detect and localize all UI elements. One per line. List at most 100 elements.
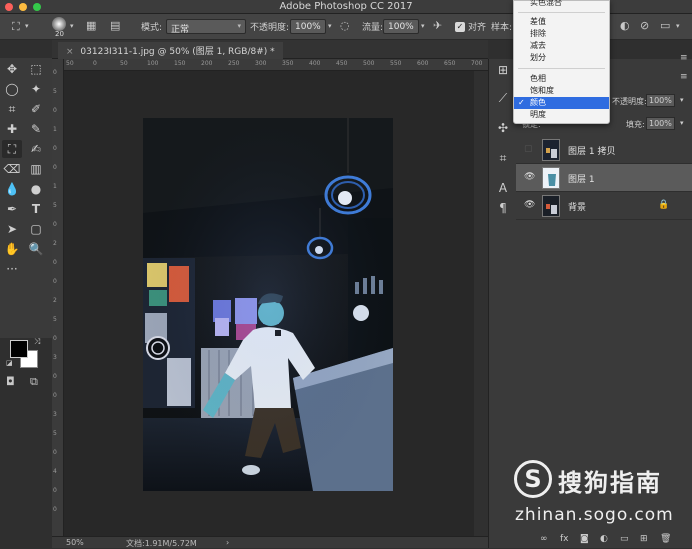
layer-row-copy[interactable]: ▢ 图层 1 拷贝 xyxy=(516,136,692,164)
layer-name[interactable]: 背景 xyxy=(568,200,586,213)
paragraph-icon[interactable]: ¶ xyxy=(496,201,510,215)
chevron-down-icon[interactable]: ▾ xyxy=(680,96,684,104)
chevron-down-icon[interactable]: ▾ xyxy=(328,23,332,30)
pressure-size-icon[interactable]: ⊘ xyxy=(640,20,649,31)
ruler-tick-label: 0 xyxy=(53,145,57,152)
blend-item-hue[interactable]: 色相 xyxy=(514,73,609,85)
clone-source-icon[interactable]: ▤ xyxy=(110,20,120,31)
ruler-tick-label: 500 xyxy=(363,60,375,67)
mode-select[interactable]: 正常 ▾ xyxy=(166,19,246,35)
type-tool-icon[interactable]: T xyxy=(26,200,46,218)
workspace-icon[interactable]: ▭ xyxy=(660,20,670,31)
lasso-tool-icon[interactable]: ◯ xyxy=(2,80,22,98)
curves-icon[interactable]: ⟋ xyxy=(496,91,510,106)
thumbnail-art xyxy=(543,140,559,160)
path-selection-tool-icon[interactable]: ➤ xyxy=(2,220,22,238)
status-arrow-icon[interactable]: › xyxy=(226,538,229,547)
magic-wand-tool-icon[interactable]: ✦ xyxy=(26,80,46,98)
layer-opacity-label: 不透明度: xyxy=(612,97,647,106)
brush-settings-icon[interactable]: ▦ xyxy=(86,20,96,31)
ruler-tick-label: 50 xyxy=(66,60,74,67)
layer-opacity-field[interactable]: 100% xyxy=(646,94,675,107)
layer-name[interactable]: 图层 1 xyxy=(568,172,595,185)
chevron-down-icon[interactable]: ▾ xyxy=(421,23,425,30)
layer-thumbnail xyxy=(542,195,560,217)
airbrush-icon[interactable]: ✈ xyxy=(433,20,442,31)
clone-stamp-icon[interactable]: ⛶ xyxy=(12,21,20,32)
eye-icon[interactable]: 👁 xyxy=(524,200,535,210)
zoom-tool-icon[interactable]: 🔍 xyxy=(26,240,46,258)
swap-colors-icon[interactable]: ⤨ xyxy=(34,338,40,346)
ruler-tick-label: 550 xyxy=(390,60,402,67)
eyedropper-tool-icon[interactable]: ✐ xyxy=(26,100,46,118)
dodge-tool-icon[interactable]: ● xyxy=(26,180,46,198)
new-layer-icon[interactable]: ⊞ xyxy=(640,534,648,544)
pressure-opacity-icon[interactable]: ◌ xyxy=(340,20,350,31)
chevron-down-icon[interactable]: ▾ xyxy=(676,23,680,30)
chevron-down-icon[interactable]: ▾ xyxy=(25,23,29,30)
hand-tool-icon[interactable]: ✋ xyxy=(2,240,22,258)
add-mask-icon[interactable]: ◙ xyxy=(580,534,589,544)
clone-stamp-tool-icon[interactable]: ⛶ xyxy=(2,140,22,158)
gradient-tool-icon[interactable]: ▥ xyxy=(26,160,46,178)
pen-tool-icon[interactable]: ✒ xyxy=(2,200,22,218)
quick-mask-icon[interactable]: ◘ xyxy=(6,376,15,387)
history-brush-tool-icon[interactable]: ✍ xyxy=(26,140,46,158)
panel-menu-icon[interactable]: ≡ xyxy=(680,73,688,82)
zoom-level[interactable]: 50% xyxy=(66,538,84,547)
character-icon[interactable]: A xyxy=(496,181,510,195)
flow-field[interactable]: 100% xyxy=(383,19,419,34)
more-tools-icon[interactable]: ··· xyxy=(2,260,22,278)
default-colors-icon[interactable]: ◪ xyxy=(6,360,13,367)
adjustment-layer-icon[interactable]: ◐ xyxy=(600,534,608,544)
delete-layer-icon[interactable]: 🗑 xyxy=(660,534,671,544)
blend-item-exclusion[interactable]: 排除 xyxy=(514,28,609,40)
blend-item-solid-mix[interactable]: 实色混合 xyxy=(514,0,609,9)
ruler-tick-label: 350 xyxy=(282,60,294,67)
mode-value: 正常 xyxy=(171,25,190,35)
opacity-field[interactable]: 100% xyxy=(290,19,326,34)
blend-item-subtract[interactable]: 减去 xyxy=(514,40,609,52)
blend-item-difference[interactable]: 差值 xyxy=(514,16,609,28)
eye-icon[interactable]: 👁 xyxy=(524,172,535,182)
document-tab[interactable]: × 03123I311-1.jpg @ 50% (图层 1, RGB/8#) * xyxy=(58,42,283,59)
new-group-icon[interactable]: ▭ xyxy=(620,534,629,544)
layer-name[interactable]: 图层 1 拷贝 xyxy=(568,144,615,157)
blur-tool-icon[interactable]: 💧 xyxy=(2,180,22,198)
eraser-tool-icon[interactable]: ⌫ xyxy=(2,160,22,178)
vertical-scrollbar[interactable] xyxy=(474,71,488,536)
layer-row-1[interactable]: 👁 图层 1 xyxy=(516,164,692,192)
crop-icon[interactable]: ⌗ xyxy=(496,151,510,166)
layer-visibility-toggle[interactable]: ▢ xyxy=(524,144,533,154)
panel-menu-icon[interactable]: ≡ xyxy=(680,54,688,63)
blend-item-saturation[interactable]: 饱和度 xyxy=(514,85,609,97)
blend-item-luminosity[interactable]: 明度 xyxy=(514,109,609,121)
link-layers-icon[interactable]: ∞ xyxy=(540,534,548,544)
chevron-down-icon[interactable]: ▾ xyxy=(70,23,74,30)
close-tab-icon[interactable]: × xyxy=(66,47,74,57)
blend-item-color[interactable]: ✓ 颜色 xyxy=(514,97,609,109)
fill-label: 填充: xyxy=(626,120,645,129)
crop-tool-icon[interactable]: ⌗ xyxy=(2,100,22,118)
document-tabs: × 03123I311-1.jpg @ 50% (图层 1, RGB/8#) * xyxy=(52,40,488,59)
foreground-color-swatch[interactable] xyxy=(10,340,28,358)
shape-tool-icon[interactable]: ▢ xyxy=(26,220,46,238)
fill-field[interactable]: 100% xyxy=(646,117,675,130)
brush-preset-picker[interactable] xyxy=(52,17,66,31)
align-checkbox[interactable]: ✓ xyxy=(455,22,465,32)
properties-icon[interactable]: ⊞ xyxy=(496,63,510,77)
blend-item-divide[interactable]: 划分 xyxy=(514,52,609,64)
marquee-tool-icon[interactable]: ⬚ xyxy=(26,60,46,78)
ruler-tick-label: 2 xyxy=(53,240,57,247)
ruler-tick-label: 0 xyxy=(93,60,97,67)
chevron-down-icon[interactable]: ▾ xyxy=(680,119,684,127)
brush-tool-icon[interactable]: ✎ xyxy=(26,120,46,138)
puzzle-icon[interactable]: ✣ xyxy=(496,121,510,135)
fx-icon[interactable]: fx xyxy=(560,534,569,544)
document-image[interactable] xyxy=(143,118,393,491)
ignore-adjustment-icon[interactable]: ◐ xyxy=(620,20,630,31)
layer-row-background[interactable]: 👁 背景 🔒 xyxy=(516,192,692,220)
screen-mode-icon[interactable]: ⧉ xyxy=(30,376,38,387)
move-tool-icon[interactable]: ✥ xyxy=(2,60,22,78)
healing-brush-tool-icon[interactable]: ✚ xyxy=(2,120,22,138)
